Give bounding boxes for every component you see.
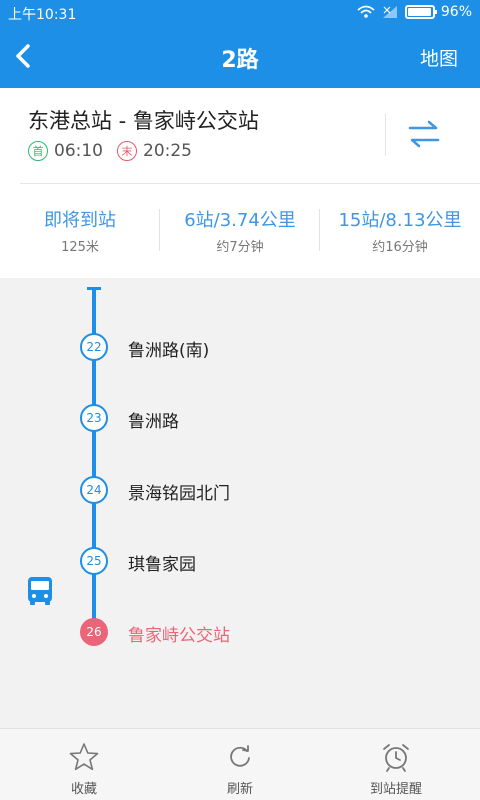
- swap-direction-button[interactable]: [404, 116, 444, 152]
- divider: [385, 114, 386, 156]
- stop-name[interactable]: 鲁洲路(南): [128, 336, 209, 361]
- arrival-distance: 即将到站: [44, 210, 116, 231]
- stop-number: 25: [80, 547, 108, 575]
- page-title: 2路: [221, 48, 259, 73]
- bus-icon: [28, 577, 52, 605]
- stop-number: 24: [80, 476, 108, 504]
- arrival-reminder-button[interactable]: 到站提醒: [316, 729, 476, 800]
- last-bus-time: 20:25: [143, 141, 192, 161]
- service-times: 首 06:10 末 20:25: [28, 141, 192, 161]
- stop-number: 22: [80, 333, 108, 361]
- alarm-clock-icon: [383, 744, 409, 772]
- status-time: 上午10:31: [8, 7, 77, 23]
- arrival-distance: 15站/8.13公里: [338, 210, 462, 231]
- route-name: 东港总站 - 鲁家峙公交站: [28, 109, 259, 133]
- arrival-time: 125米: [61, 240, 99, 255]
- arrival-distance: 6站/3.74公里: [184, 210, 296, 231]
- refresh-button[interactable]: 刷新: [160, 729, 320, 800]
- battery-icon: [404, 5, 437, 19]
- first-bus-badge: 首: [28, 141, 48, 161]
- nav-label: 刷新: [226, 782, 253, 797]
- arrival-time: 约7分钟: [216, 240, 264, 255]
- bottom-nav: 收藏 刷新 到站提醒: [0, 728, 480, 800]
- wifi-icon: [357, 5, 375, 18]
- nav-label: 收藏: [70, 782, 97, 797]
- stop-name[interactable]: 鲁洲路: [128, 407, 179, 432]
- battery-fill: [407, 8, 431, 16]
- divider: [20, 183, 480, 184]
- arrival-item-1[interactable]: 即将到站 125米: [0, 206, 160, 255]
- star-icon: [69, 743, 99, 771]
- swap-arrows-icon: [408, 120, 440, 148]
- status-bar: 上午10:31 96%: [0, 0, 480, 26]
- refresh-icon: [230, 745, 250, 767]
- app-bar: 2路 地图: [0, 26, 480, 88]
- signal-icon: [382, 6, 397, 18]
- route-info-card: 东港总站 - 鲁家峙公交站 首 06:10 末 20:25 即将到站 125米 …: [0, 88, 480, 278]
- stop-number: 23: [80, 404, 108, 432]
- nav-label: 到站提醒: [369, 782, 422, 797]
- battery-percent: 96%: [440, 4, 472, 20]
- stop-name[interactable]: 景海铭园北门: [128, 479, 230, 504]
- arrival-item-2[interactable]: 6站/3.74公里 约7分钟: [160, 206, 320, 255]
- stop-name[interactable]: 琪鲁家园: [128, 550, 196, 575]
- last-bus-badge: 末: [117, 141, 137, 161]
- arrival-time: 约16分钟: [372, 240, 428, 255]
- status-icons: 96%: [357, 4, 472, 20]
- arrival-item-3[interactable]: 15站/8.13公里 约16分钟: [320, 206, 480, 255]
- favorite-button[interactable]: 收藏: [4, 729, 164, 800]
- current-stop-number: 26: [80, 618, 108, 646]
- map-button[interactable]: 地图: [420, 44, 458, 71]
- current-stop-name[interactable]: 鲁家峙公交站: [128, 621, 230, 646]
- first-bus-time: 06:10: [54, 141, 103, 161]
